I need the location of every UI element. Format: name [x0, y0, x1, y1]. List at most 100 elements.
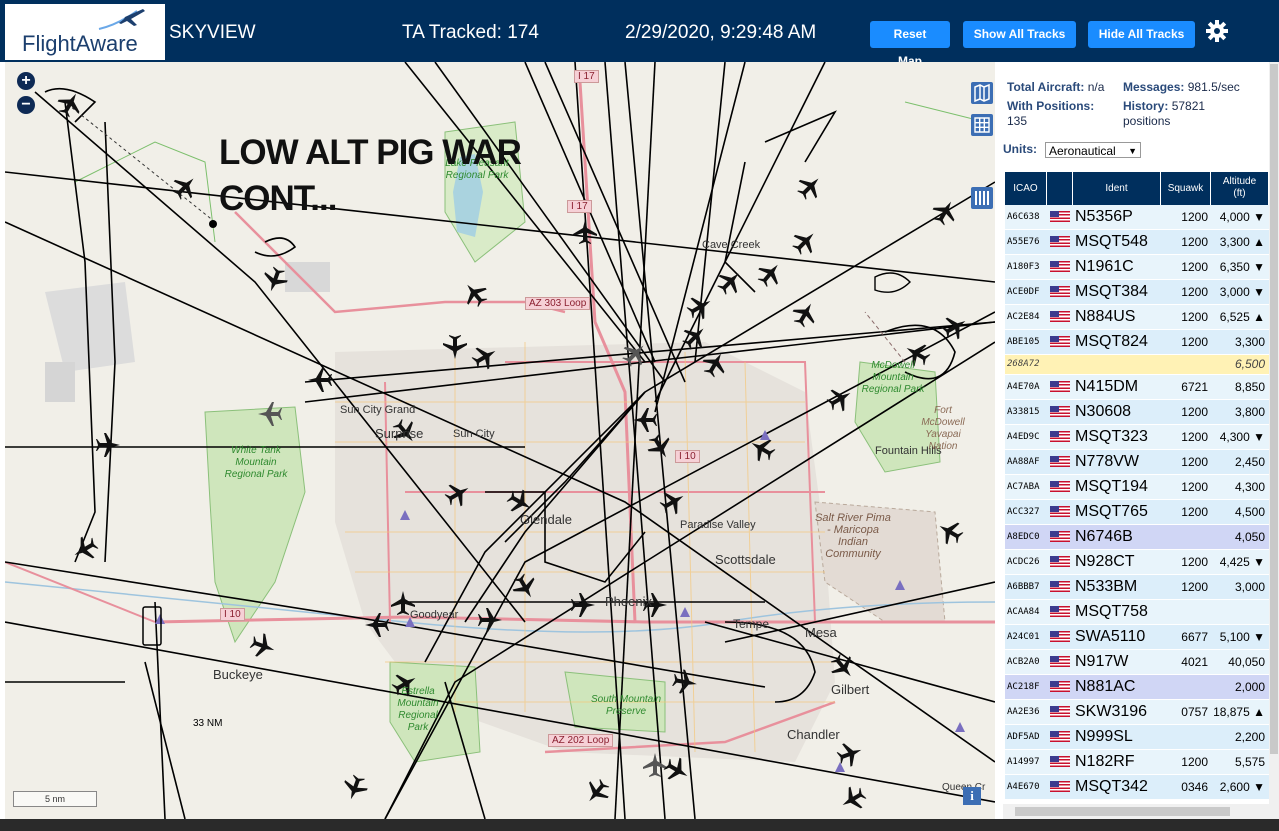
table-row[interactable]: AC2E84 N884US 1200 6,525 ▲ — [1005, 305, 1269, 330]
table-row[interactable]: ACDC26 N928CT 1200 4,425 ▼ — [1005, 550, 1269, 575]
flag-cell — [1050, 205, 1072, 229]
place-gilbert: Gilbert — [831, 682, 870, 697]
park-salt-river: Salt River Pima - Maricopa Indian Commun… — [815, 512, 891, 560]
scrollbar-thumb[interactable] — [1270, 64, 1278, 754]
flag-cell — [1050, 625, 1072, 649]
toggle-sidebar-button[interactable] — [971, 187, 993, 209]
annotation-note: LOW ALT PIG WAR CONT... — [219, 130, 522, 222]
ident-cell — [1075, 355, 1161, 374]
altitude-cell: 40,050 — [1228, 655, 1265, 669]
icao-cell: ACE0DF — [1007, 287, 1040, 297]
reset-map-button[interactable]: Reset Map — [870, 21, 950, 68]
table-row[interactable]: AA2E36 SKW3196 0757 18,875 ▲ — [1005, 700, 1269, 725]
flightaware-logo[interactable]: FlightAware — [5, 4, 165, 60]
column-icao[interactable]: ICAO — [1005, 172, 1047, 205]
flag-cell — [1050, 330, 1072, 354]
table-row[interactable]: ACAA84 MSQT758 — [1005, 600, 1269, 625]
place-phoenix: Phoenix — [605, 594, 652, 609]
us-flag-icon — [1050, 605, 1070, 617]
table-row[interactable]: A8EDC0 N6746B 4,050 — [1005, 525, 1269, 550]
logo-wordmark: FlightAware — [22, 31, 138, 57]
park-mcdowell: McDowell Mountain Regional Park — [861, 360, 925, 395]
annotation-line-1: LOW ALT PIG WAR — [219, 133, 522, 172]
column-ident[interactable]: Ident — [1073, 172, 1161, 205]
table-row[interactable]: ACC327 MSQT765 1200 4,500 — [1005, 500, 1269, 525]
altitude-cell: 4,425 ▼ — [1219, 555, 1265, 569]
park-estrella: Estrella Mountain Regional Park — [397, 686, 439, 733]
table-row[interactable]: A4E670 MSQT342 0346 2,600 ▼ — [1005, 775, 1269, 800]
table-row[interactable]: 268A72 6,500 — [1005, 355, 1269, 375]
table-row[interactable]: ADF5AD N999SL 2,200 — [1005, 725, 1269, 750]
road-i10-east: I 10 — [675, 450, 700, 463]
table-row[interactable]: A4E70A N415DM 6721 8,850 — [1005, 375, 1269, 400]
altitude-cell: 4,300 ▼ — [1219, 430, 1265, 444]
zoom-in-button[interactable]: + — [17, 72, 35, 90]
table-row[interactable]: ACB2A0 N917W 4021 40,050 — [1005, 650, 1269, 675]
column-flag[interactable] — [1047, 172, 1073, 205]
ident-cell: MSQT323 — [1075, 428, 1148, 445]
us-flag-icon — [1050, 630, 1070, 642]
info-button[interactable]: i — [963, 787, 981, 805]
place-sun-city: Sun City — [453, 428, 495, 440]
units-select[interactable]: Aeronautical ▼ — [1045, 142, 1141, 158]
total-aircraft-stat: Total Aircraft: n/a — [1007, 80, 1104, 95]
hide-all-tracks-button[interactable]: Hide All Tracks — [1088, 21, 1195, 48]
table-row[interactable]: A55E76 MSQT548 1200 3,300 ▲ — [1005, 230, 1269, 255]
icao-cell: A33815 — [1007, 407, 1040, 417]
map-grid-button[interactable] — [971, 114, 993, 136]
altitude-cell: 3,300 — [1234, 335, 1265, 349]
show-all-tracks-button[interactable]: Show All Tracks — [963, 21, 1076, 48]
flag-cell — [1050, 305, 1072, 329]
map-view[interactable]: Sun City Grand Surprise Sun City Glendal… — [5, 62, 995, 819]
icao-cell: A55E76 — [1007, 237, 1040, 247]
column-altitude[interactable]: Altitude (ft) — [1211, 172, 1269, 205]
icao-cell: A6C638 — [1007, 212, 1040, 222]
map-layers-button[interactable] — [971, 82, 993, 104]
ident-cell: N6746B — [1075, 528, 1133, 545]
us-flag-icon — [1050, 405, 1070, 417]
place-buckeye: Buckeye — [213, 667, 263, 682]
table-row[interactable]: AC7ABA MSQT194 1200 4,300 — [1005, 475, 1269, 500]
table-row[interactable]: ABE105 MSQT824 1200 3,300 — [1005, 330, 1269, 355]
us-flag-icon — [1050, 780, 1070, 792]
us-flag-icon — [1050, 530, 1070, 542]
table-row[interactable]: AC218F N881AC 2,000 — [1005, 675, 1269, 700]
squawk-cell: 1200 — [1181, 455, 1208, 469]
icao-cell: ABE105 — [1007, 337, 1040, 347]
ident-cell: MSQT342 — [1075, 778, 1148, 795]
table-row[interactable]: A33815 N30608 1200 3,800 — [1005, 400, 1269, 425]
table-row[interactable]: A6C638 N5356P 1200 4,000 ▼ — [1005, 205, 1269, 230]
messages-label: Messages: — [1123, 80, 1185, 94]
horizontal-scrollbar-thumb[interactable] — [1015, 807, 1230, 816]
flag-cell — [1050, 500, 1072, 524]
sidebar-horizontal-scrollbar[interactable] — [1003, 804, 1269, 819]
altitude-cell: 4,300 — [1234, 480, 1265, 494]
with-positions-value: 135 — [1007, 114, 1028, 128]
gear-icon[interactable] — [1205, 19, 1229, 43]
icao-cell: A4E70A — [1007, 382, 1040, 392]
table-row[interactable]: A4ED9C MSQT323 1200 4,300 ▼ — [1005, 425, 1269, 450]
icao-cell: A24C01 — [1007, 632, 1040, 642]
sidebar-vertical-scrollbar[interactable] — [1269, 62, 1279, 819]
table-row[interactable]: A6BBB7 N533BM 1200 3,000 — [1005, 575, 1269, 600]
place-tempe: Tempe — [733, 617, 770, 631]
table-row[interactable]: AA88AF N778VW 1200 2,450 — [1005, 450, 1269, 475]
column-squawk[interactable]: Squawk — [1161, 172, 1211, 205]
altitude-cell: 4,050 — [1234, 530, 1265, 544]
icao-cell: ADF5AD — [1007, 732, 1040, 742]
table-row[interactable]: A24C01 SWA5110 6677 5,100 ▼ — [1005, 625, 1269, 650]
us-flag-icon — [1050, 580, 1070, 592]
table-row[interactable]: A14997 N182RF 1200 5,575 — [1005, 750, 1269, 775]
airplane-logo-icon — [98, 9, 145, 30]
flag-cell — [1050, 550, 1072, 574]
icao-cell: A14997 — [1007, 757, 1040, 767]
zoom-out-button[interactable]: − — [17, 96, 35, 114]
ident-cell: N533BM — [1075, 578, 1138, 595]
altitude-cell: 6,500 — [1234, 357, 1265, 371]
squawk-cell: 1200 — [1181, 235, 1208, 249]
place-sun-city-grand: Sun City Grand — [340, 404, 416, 416]
altitude-cell: 6,350 ▼ — [1219, 260, 1265, 274]
table-row[interactable]: ACE0DF MSQT384 1200 3,000 ▼ — [1005, 280, 1269, 305]
table-row[interactable]: A180F3 N1961C 1200 6,350 ▼ — [1005, 255, 1269, 280]
flag-cell — [1050, 375, 1072, 399]
